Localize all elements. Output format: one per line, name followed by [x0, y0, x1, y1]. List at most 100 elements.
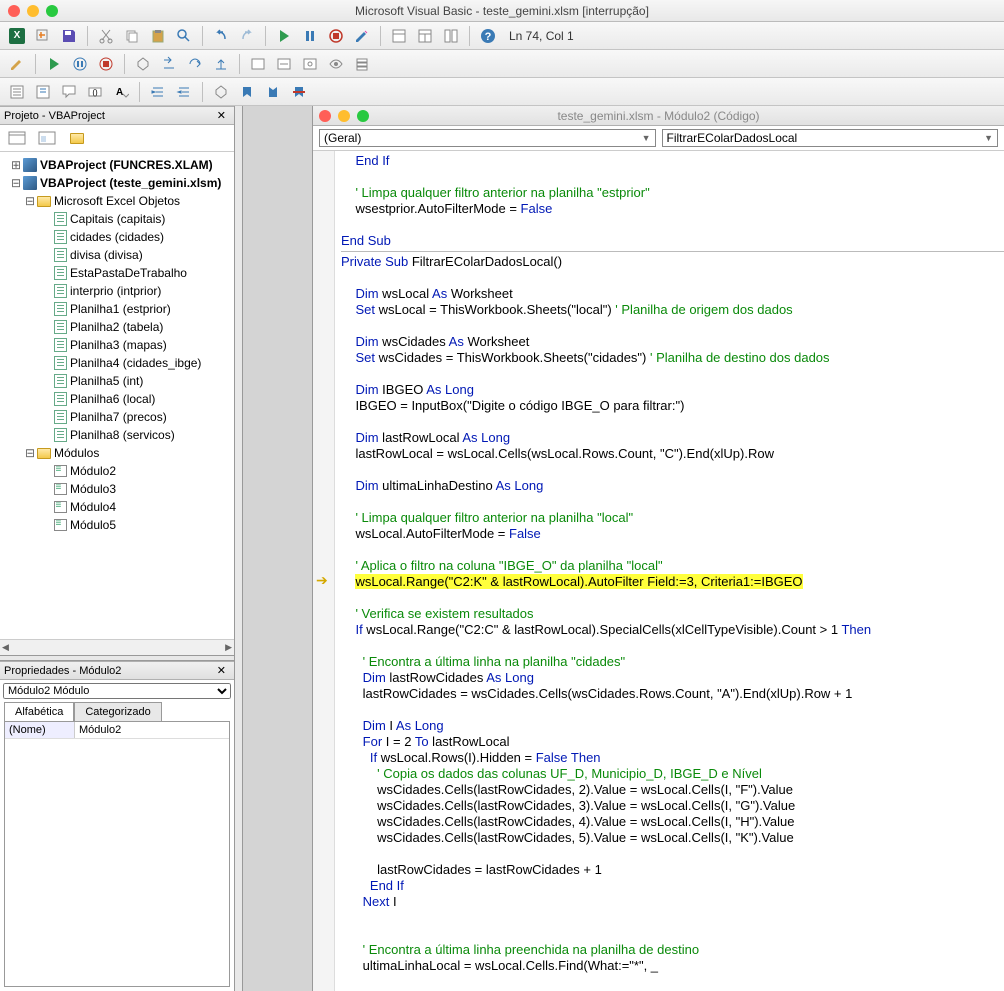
tree-item[interactable]: Módulo4: [2, 498, 232, 516]
code-editor[interactable]: End If ' Limpa qualquer filtro anterior …: [335, 151, 1004, 991]
object-browser-icon[interactable]: [440, 25, 462, 47]
project-tree[interactable]: ⊞VBAProject (FUNCRES.XLAM)⊟VBAProject (t…: [0, 152, 234, 639]
stop-icon[interactable]: [95, 53, 117, 75]
code-window-title: teste_gemini.xlsm - Módulo2 (Código): [313, 109, 1004, 123]
prev-bookmark-icon[interactable]: [262, 81, 284, 103]
pause-icon[interactable]: [69, 53, 91, 75]
toggle-breakpoint-icon[interactable]: [132, 53, 154, 75]
properties-panel-title-label: Propriedades - Módulo2: [4, 665, 121, 677]
help-icon[interactable]: ?: [477, 25, 499, 47]
procedure-dropdown-value: FiltrarEColarDadosLocal: [667, 131, 798, 145]
tree-item[interactable]: Planilha6 (local): [2, 390, 232, 408]
quick-watch-icon[interactable]: [325, 53, 347, 75]
outdent-icon[interactable]: [173, 81, 195, 103]
copy-icon[interactable]: [121, 25, 143, 47]
undo-icon[interactable]: [210, 25, 232, 47]
titlebar: Microsoft Visual Basic - teste_gemini.xl…: [0, 0, 1004, 22]
tree-item[interactable]: ⊞VBAProject (FUNCRES.XLAM): [2, 156, 232, 174]
list-properties-icon[interactable]: [6, 81, 28, 103]
property-row[interactable]: (Nome)Módulo2: [5, 722, 229, 739]
left-gutter[interactable]: [235, 106, 243, 991]
step-over-icon[interactable]: [184, 53, 206, 75]
paste-icon[interactable]: [147, 25, 169, 47]
view-code-icon[interactable]: [6, 129, 28, 147]
minimize-window-icon[interactable]: [27, 5, 39, 17]
tree-item[interactable]: Planilha2 (tabela): [2, 318, 232, 336]
tree-item[interactable]: Planilha5 (int): [2, 372, 232, 390]
tree-item[interactable]: Capitais (capitais): [2, 210, 232, 228]
toggle-folders-icon[interactable]: [66, 129, 88, 147]
tab-categorized[interactable]: Categorizado: [74, 702, 161, 721]
object-dropdown[interactable]: (Geral) ▼: [319, 129, 656, 147]
properties-grid[interactable]: (Nome)Módulo2: [4, 721, 230, 987]
clear-bookmarks-icon[interactable]: [288, 81, 310, 103]
close-icon[interactable]: ✕: [213, 664, 230, 677]
list-constants-icon[interactable]: [32, 81, 54, 103]
indent-icon[interactable]: [147, 81, 169, 103]
properties-object-select[interactable]: Módulo2 Módulo: [3, 683, 231, 699]
toggle-bookmark-icon[interactable]: [210, 81, 232, 103]
properties-window-icon[interactable]: [414, 25, 436, 47]
tree-item[interactable]: Planilha8 (servicos): [2, 426, 232, 444]
cursor-position: Ln 74, Col 1: [509, 29, 574, 43]
execution-pointer-icon: ➔: [316, 572, 328, 589]
code-window-titlebar: teste_gemini.xlsm - Módulo2 (Código): [313, 106, 1004, 126]
next-bookmark-icon[interactable]: [236, 81, 258, 103]
cut-icon[interactable]: [95, 25, 117, 47]
tree-item[interactable]: Planilha3 (mapas): [2, 336, 232, 354]
watch-window-icon[interactable]: [299, 53, 321, 75]
chevron-down-icon: ▼: [642, 133, 651, 143]
horizontal-scrollbar[interactable]: [0, 639, 234, 655]
complete-word-icon[interactable]: A: [110, 81, 132, 103]
procedure-dropdown[interactable]: FiltrarEColarDadosLocal ▼: [662, 129, 999, 147]
tab-alphabetic[interactable]: Alfabética: [4, 702, 74, 721]
view-object-icon[interactable]: [36, 129, 58, 147]
tree-item[interactable]: Módulo5: [2, 516, 232, 534]
tree-item[interactable]: ⊟VBAProject (teste_gemini.xlsm): [2, 174, 232, 192]
tree-item[interactable]: Módulo2: [2, 462, 232, 480]
tree-item[interactable]: ⊟Microsoft Excel Objetos: [2, 192, 232, 210]
project-explorer-icon[interactable]: [388, 25, 410, 47]
step-out-icon[interactable]: [210, 53, 232, 75]
tree-item[interactable]: divisa (divisa): [2, 246, 232, 264]
project-panel-title-label: Projeto - VBAProject: [4, 110, 105, 122]
tree-item[interactable]: EstaPastaDeTrabalho: [2, 264, 232, 282]
break-icon[interactable]: [299, 25, 321, 47]
compile-icon[interactable]: [6, 53, 28, 75]
close-icon[interactable]: ✕: [213, 109, 230, 122]
excel-icon[interactable]: X: [6, 25, 28, 47]
svg-text:(): (): [92, 88, 98, 97]
tree-item[interactable]: Planilha1 (estprior): [2, 300, 232, 318]
project-panel-title: Projeto - VBAProject ✕: [0, 106, 234, 125]
run-sub-icon[interactable]: [43, 53, 65, 75]
tree-item[interactable]: Planilha7 (precos): [2, 408, 232, 426]
reset-icon[interactable]: [325, 25, 347, 47]
code-gutter[interactable]: ➔: [313, 151, 335, 991]
design-mode-icon[interactable]: [351, 25, 373, 47]
mdi-background: [243, 106, 313, 991]
call-stack-icon[interactable]: [351, 53, 373, 75]
insert-icon[interactable]: [32, 25, 54, 47]
tree-item[interactable]: Módulo3: [2, 480, 232, 498]
quick-info-icon[interactable]: [58, 81, 80, 103]
find-icon[interactable]: [173, 25, 195, 47]
tree-item[interactable]: Planilha4 (cidades_ibge): [2, 354, 232, 372]
parameter-info-icon[interactable]: (): [84, 81, 106, 103]
save-icon[interactable]: [58, 25, 80, 47]
object-dropdown-value: (Geral): [324, 131, 361, 145]
svg-text:A: A: [116, 87, 123, 98]
zoom-window-icon[interactable]: [46, 5, 58, 17]
step-into-icon[interactable]: [158, 53, 180, 75]
immediate-window-icon[interactable]: [273, 53, 295, 75]
tree-item[interactable]: cidades (cidades): [2, 228, 232, 246]
redo-icon[interactable]: [236, 25, 258, 47]
locals-window-icon[interactable]: [247, 53, 269, 75]
toolbar-main: X ? Ln 74, Col 1: [0, 22, 1004, 50]
toolbar-debug: [0, 50, 1004, 78]
project-panel-toolbar: [0, 125, 234, 152]
properties-panel-title: Propriedades - Módulo2 ✕: [0, 661, 234, 680]
close-window-icon[interactable]: [8, 5, 20, 17]
tree-item[interactable]: interprio (intprior): [2, 282, 232, 300]
tree-item[interactable]: ⊟Módulos: [2, 444, 232, 462]
run-icon[interactable]: [273, 25, 295, 47]
